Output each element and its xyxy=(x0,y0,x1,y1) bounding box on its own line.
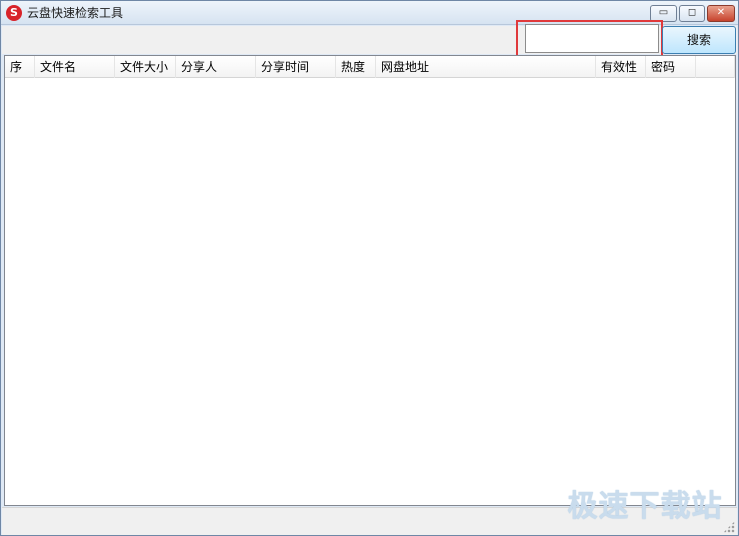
close-icon: ✕ xyxy=(716,7,726,18)
search-input[interactable] xyxy=(526,25,658,52)
window-title: 云盘快速检索工具 xyxy=(27,6,124,20)
title-bar[interactable]: S 云盘快速检索工具 ▭ ◻ ✕ xyxy=(1,1,738,25)
column-header-popularity[interactable]: 热度 xyxy=(336,56,376,78)
column-header-share-time[interactable]: 分享时间 xyxy=(256,56,336,78)
search-box[interactable] xyxy=(525,24,659,53)
column-header-validity[interactable]: 有效性 xyxy=(596,56,646,78)
column-header-extra[interactable] xyxy=(696,56,735,78)
minimize-icon: ▭ xyxy=(658,7,669,18)
column-header-filesize[interactable]: 文件大小 xyxy=(115,56,176,78)
watermark-text: 极速下载站 xyxy=(567,489,723,524)
column-header-index[interactable]: 序 xyxy=(5,56,35,78)
minimize-button[interactable]: ▭ xyxy=(650,5,677,22)
column-header-sharer[interactable]: 分享人 xyxy=(176,56,256,78)
column-header-password[interactable]: 密码 xyxy=(646,56,696,78)
close-button[interactable]: ✕ xyxy=(707,5,735,22)
table-header: 序 文件名 文件大小 分享人 分享时间 热度 网盘地址 有效性 密码 xyxy=(5,56,735,78)
search-button[interactable]: 搜索 xyxy=(662,26,736,54)
table-body[interactable] xyxy=(5,79,735,505)
results-table[interactable]: 序 文件名 文件大小 分享人 分享时间 热度 网盘地址 有效性 密码 xyxy=(4,55,736,506)
column-header-url[interactable]: 网盘地址 xyxy=(376,56,596,78)
maximize-icon: ◻ xyxy=(687,7,697,18)
app-logo-icon: S xyxy=(6,5,22,21)
column-header-filename[interactable]: 文件名 xyxy=(35,56,115,78)
app-window: S 云盘快速检索工具 ▭ ◻ ✕ 搜索 序 文件名 文件大小 分享人 分享时间 … xyxy=(0,0,739,536)
maximize-button[interactable]: ◻ xyxy=(679,5,705,22)
